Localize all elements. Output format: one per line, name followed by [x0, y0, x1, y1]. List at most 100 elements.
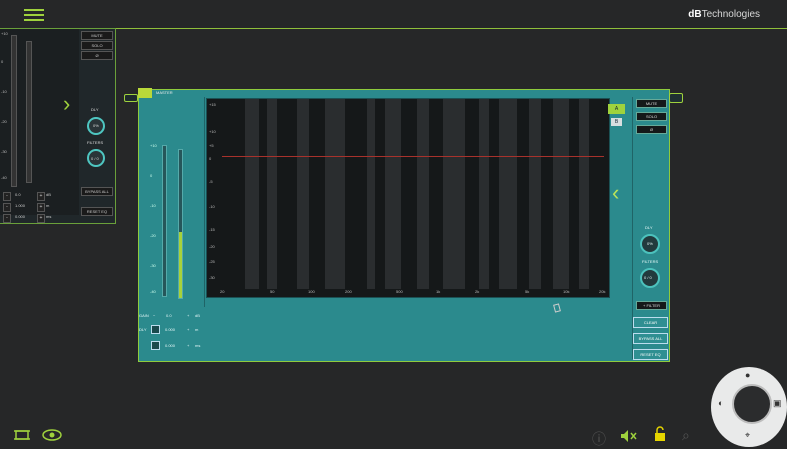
- knob-label: FILTERS: [87, 140, 104, 145]
- scale-label: -20: [150, 233, 156, 238]
- knob-value: 0 / 0: [91, 156, 99, 161]
- x-tick-label: 10k: [563, 289, 570, 294]
- gain-value: 0.0: [15, 192, 21, 197]
- group-icon[interactable]: ●: [745, 370, 750, 380]
- increment-button[interactable]: +: [187, 343, 189, 348]
- chevron-left-icon[interactable]: ‹: [612, 180, 619, 206]
- increment-button[interactable]: +: [37, 214, 45, 223]
- settings-icon[interactable]: [669, 93, 683, 103]
- knob-label: DLY: [91, 107, 99, 112]
- bypass-all-button[interactable]: BYPASS ALL: [81, 187, 113, 196]
- mute-speaker-icon[interactable]: [620, 429, 638, 448]
- y-tick-label: +5: [209, 143, 214, 148]
- tab-b[interactable]: B: [611, 118, 622, 126]
- y-tick-label: -30: [209, 275, 215, 280]
- mute-button[interactable]: MUTE: [636, 99, 667, 108]
- increment-button[interactable]: +: [37, 203, 45, 212]
- lock-icon[interactable]: [654, 426, 666, 447]
- y-tick-label: -25: [209, 259, 215, 264]
- bypass-all-button[interactable]: BYPASS ALL: [633, 333, 668, 344]
- gain-value: 0.0: [166, 313, 172, 318]
- top-bar: dBTechnologies: [0, 0, 787, 29]
- left-channel-panel: +10 0 -10 -20 -30 -40 MUTE SOLO Ø › DLY …: [0, 28, 116, 224]
- camera-icon[interactable]: ▣: [773, 398, 782, 409]
- menu-icon[interactable]: [24, 9, 44, 21]
- mute-button[interactable]: MUTE: [81, 31, 113, 40]
- decrement-button[interactable]: [151, 325, 160, 334]
- eye-icon[interactable]: [42, 428, 62, 446]
- scale-label: 0: [1, 59, 4, 64]
- y-tick-label: +10: [209, 129, 216, 134]
- scale-label: -30: [1, 149, 7, 154]
- y-tick-label: -5: [209, 179, 213, 184]
- reset-eq-button[interactable]: RESET EQ: [81, 207, 113, 216]
- scale-label: -10: [150, 203, 156, 208]
- scale-label: +10: [1, 31, 8, 36]
- x-tick-label: 1k: [436, 289, 441, 294]
- zero-db-line: [222, 156, 604, 157]
- knob-label: DLY: [645, 225, 653, 230]
- knob-value: 0%: [93, 123, 99, 128]
- reset-eq-button[interactable]: RESET EQ: [633, 349, 668, 360]
- panel-title: MASTER: [156, 90, 173, 95]
- scale-label: -30: [150, 263, 156, 268]
- chevron-right-icon[interactable]: ›: [63, 91, 70, 117]
- x-tick-label: 5k: [525, 289, 530, 294]
- x-tick-label: 50: [270, 289, 275, 294]
- y-tick-label: 0: [209, 156, 212, 161]
- phase-button[interactable]: Ø: [81, 51, 113, 60]
- main-meter-strip: +10 0 -10 -20 -30 -40: [142, 97, 205, 307]
- gain-label: GAIN: [139, 313, 149, 318]
- scale-label: -10: [1, 89, 7, 94]
- zoom-icon[interactable]: ⌕: [682, 427, 690, 444]
- phase-button[interactable]: Ø: [636, 125, 667, 134]
- x-tick-label: 20k: [599, 289, 606, 294]
- decrement-button[interactable]: -: [3, 214, 11, 223]
- level-meter: [26, 41, 32, 183]
- decrement-button[interactable]: -: [3, 192, 11, 201]
- unit-label: dB: [195, 313, 200, 318]
- y-tick-label: -15: [209, 227, 215, 232]
- solo-button[interactable]: SOLO: [81, 41, 113, 50]
- increment-button[interactable]: +: [37, 192, 45, 201]
- navigation-wheel-center[interactable]: [732, 384, 772, 424]
- unit-label: m: [195, 327, 199, 332]
- clear-button[interactable]: CLEAR: [633, 317, 668, 328]
- level-meter: [178, 149, 183, 299]
- distance-value: 0.000: [165, 327, 176, 332]
- x-tick-label: 2k: [475, 289, 480, 294]
- decrement-button[interactable]: [151, 341, 160, 350]
- y-tick-label: -10: [209, 204, 215, 209]
- speaker-icon[interactable]: ◐: [718, 398, 723, 408]
- scale-label: +10: [150, 143, 157, 148]
- tab-a[interactable]: A: [608, 104, 625, 114]
- x-tick-label: 20: [220, 289, 225, 294]
- scale-label: -40: [1, 175, 7, 180]
- decrement-button[interactable]: -: [3, 203, 11, 212]
- gain-minus-button[interactable]: −: [153, 313, 155, 318]
- level-meter: [11, 35, 17, 187]
- y-tick-label: +15: [209, 102, 216, 107]
- eq-graph[interactable]: +15 +10 +5 0 -5 -10 -15 -20 -25 -30 20 5…: [206, 98, 610, 298]
- crop-icon[interactable]: [14, 428, 30, 446]
- main-param-fields: GAIN − 0.0 + dB DLY 0.000 + m 0.000 + ms: [139, 312, 201, 352]
- scale-label: -20: [1, 119, 7, 124]
- location-pin-icon[interactable]: ⌖: [745, 430, 750, 441]
- solo-button[interactable]: SOLO: [636, 112, 667, 121]
- unit-label: ms: [46, 214, 52, 219]
- delay-label: DLY: [139, 327, 147, 332]
- gain-plus-button[interactable]: +: [187, 313, 189, 318]
- x-tick-label: 100: [308, 289, 315, 294]
- unit-label: ms: [195, 343, 201, 348]
- delay-value: 0.000: [15, 214, 26, 219]
- unit-label: dB: [46, 192, 51, 197]
- info-icon[interactable]: ⓘ: [592, 429, 606, 449]
- distance-value: 1.000: [15, 203, 26, 208]
- knob-value: 0 / 0: [644, 275, 652, 280]
- scale-label: 0: [150, 173, 153, 178]
- delay-value: 0.000: [165, 343, 176, 348]
- increment-button[interactable]: +: [187, 327, 189, 332]
- unit-label: m: [46, 203, 50, 208]
- eye-icon[interactable]: [124, 94, 138, 102]
- add-filter-button[interactable]: + FILTER: [636, 301, 667, 310]
